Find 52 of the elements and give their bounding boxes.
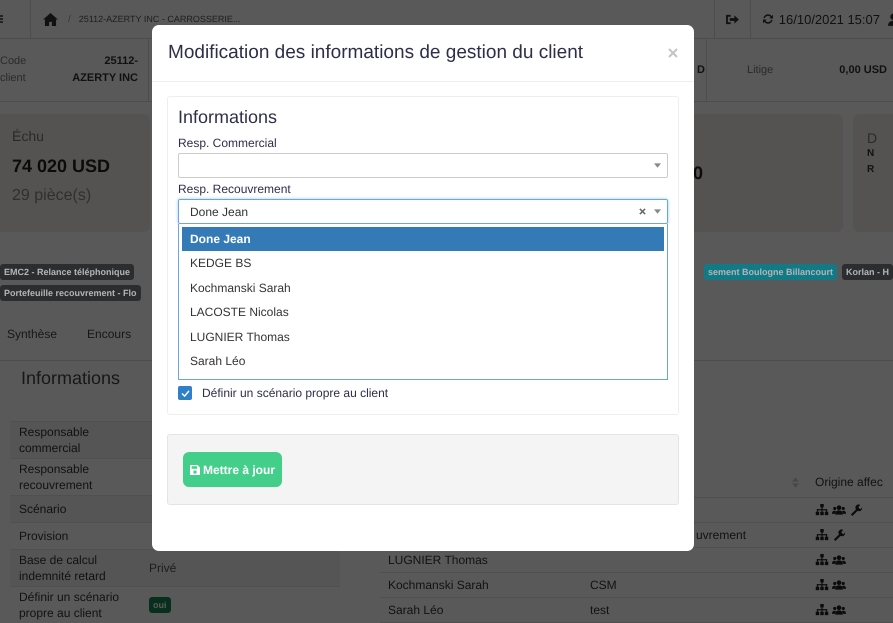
check-icon bbox=[180, 390, 190, 396]
dropdown-option[interactable]: LACOSTE Nicolas bbox=[182, 300, 664, 325]
client-code-value: 25112- AZERTY INC bbox=[71, 54, 138, 86]
info-label: Base de calcul indemnité retard bbox=[18, 552, 107, 584]
refresh-icon[interactable] bbox=[762, 13, 774, 25]
info-value: Privé bbox=[148, 561, 176, 575]
dropdown-option[interactable]: Kochmanski Sarah bbox=[182, 276, 664, 300]
home-icon[interactable] bbox=[43, 12, 58, 26]
table-cell: test bbox=[590, 603, 610, 617]
card-amount: 0 bbox=[693, 162, 704, 184]
table-cell: LUGNIER Thomas bbox=[388, 553, 488, 567]
litige-value: 0,00 USD bbox=[839, 62, 887, 78]
section-title: Informations bbox=[21, 368, 120, 388]
logout-icon[interactable] bbox=[726, 14, 739, 24]
clear-icon[interactable] bbox=[639, 208, 646, 215]
caret-icon bbox=[654, 163, 661, 168]
field-label: Resp. Commercial bbox=[178, 136, 278, 150]
info-label: Provision bbox=[18, 528, 70, 544]
info-label: Responsable commercial bbox=[18, 424, 90, 456]
info-label: Responsable recouvrement bbox=[18, 461, 94, 493]
tag: Portefeuille recouvrement - Flo bbox=[0, 285, 141, 301]
tag: Korlan - H bbox=[842, 264, 893, 280]
caret-icon bbox=[654, 209, 661, 214]
modal-title: Modification des informations de gestion du client bbox=[168, 42, 584, 64]
summary-value: D bbox=[697, 62, 705, 78]
select-field[interactable]: Done Jean bbox=[178, 199, 668, 224]
breadcrumb-separator: / bbox=[68, 14, 71, 24]
tag: sement Boulogne Billancourt bbox=[704, 264, 837, 280]
save-icon bbox=[190, 464, 200, 474]
dropdown-option[interactable]: Done Jean bbox=[182, 227, 664, 252]
dropdown-option[interactable]: Sarah Léo bbox=[182, 348, 664, 374]
checkbox[interactable] bbox=[178, 386, 192, 400]
form-section-title: Informations bbox=[178, 107, 278, 128]
dropdown-option[interactable]: LUGNIER Thomas bbox=[182, 324, 664, 349]
menu-icon[interactable] bbox=[0, 13, 3, 25]
table-cell-text: uvrement bbox=[695, 528, 746, 542]
card-amount: 74 020 USD bbox=[12, 156, 112, 177]
close-icon[interactable] bbox=[668, 48, 678, 58]
checkbox-label: Définir un scénario propre au client bbox=[202, 386, 388, 400]
card-line: N bbox=[867, 147, 876, 161]
field-label: Resp. Recouvrement bbox=[178, 182, 292, 196]
table-cell: Sarah Léo bbox=[388, 603, 444, 617]
table-cell: CSM bbox=[590, 578, 617, 592]
info-label: Définir un scénario propre au client bbox=[18, 589, 120, 621]
dropdown-option[interactable]: KEDGE BS bbox=[182, 251, 664, 276]
card-line: R bbox=[867, 163, 876, 177]
status-badge: oui bbox=[149, 597, 170, 613]
tag: EMC2 - Relance téléphonique bbox=[0, 264, 134, 280]
table-cell: Kochmanski Sarah bbox=[388, 578, 489, 592]
refresh-datetime: 16/10/2021 15:07 bbox=[778, 12, 880, 26]
select-field[interactable] bbox=[178, 153, 668, 178]
info-label: Scénario bbox=[18, 501, 68, 517]
